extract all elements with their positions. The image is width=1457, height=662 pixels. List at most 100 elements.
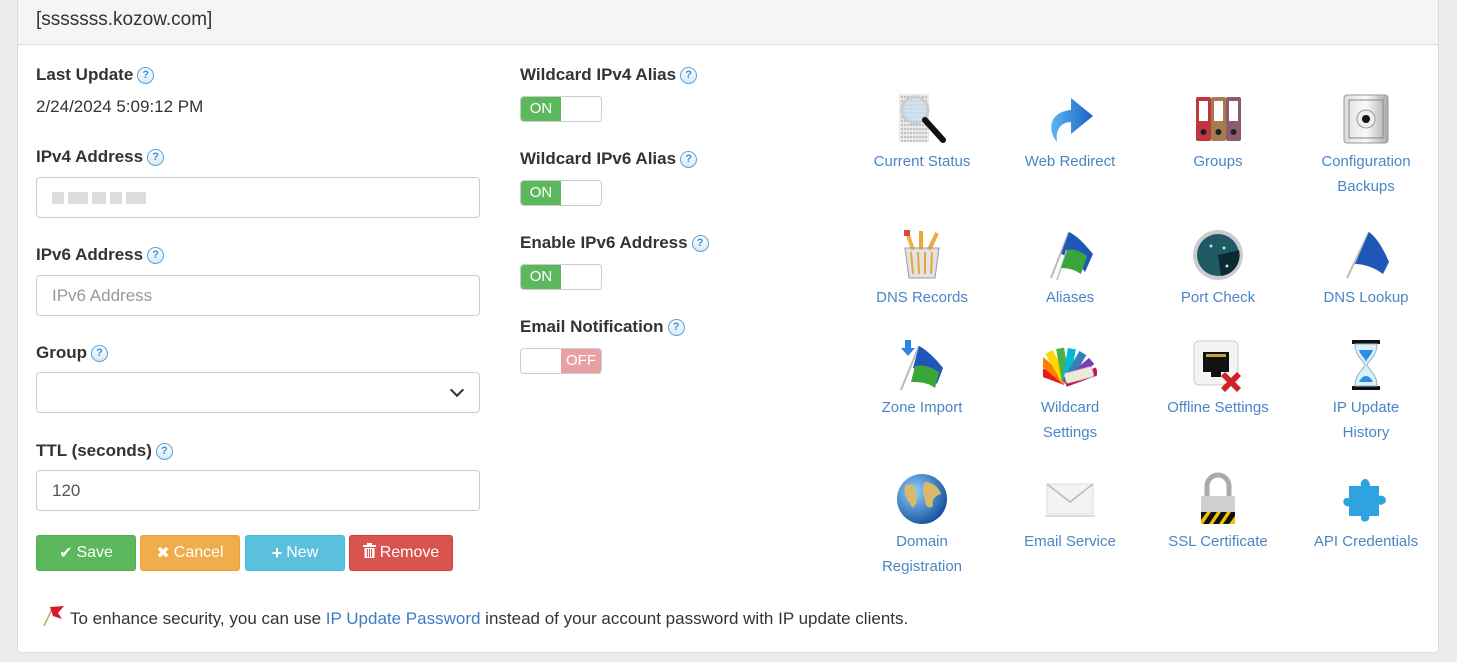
save-button[interactable]: ✔ Save	[36, 535, 136, 571]
tool-tile-current-status[interactable]: Current Status	[848, 91, 996, 174]
cancel-button[interactable]: ✖ Cancel	[140, 535, 240, 571]
email-notification-toggle[interactable]: OFF	[520, 348, 602, 374]
note-text-after: instead of your account password with IP…	[480, 609, 909, 628]
tool-tile-api-credentials[interactable]: API Credentials	[1292, 471, 1440, 554]
globe-icon[interactable]	[894, 471, 950, 527]
tile-label[interactable]: Domain	[848, 529, 996, 554]
tool-tile-web-redirect[interactable]: Web Redirect	[996, 91, 1144, 174]
radar-icon[interactable]	[1190, 227, 1246, 283]
ip-update-password-link[interactable]: IP Update Password	[326, 609, 481, 628]
toggle-label-text: Email Notification	[520, 317, 664, 336]
ipv4-input[interactable]	[36, 177, 480, 218]
help-icon[interactable]: ?	[680, 67, 698, 84]
tile-label[interactable]: Web Redirect	[996, 149, 1144, 174]
help-icon[interactable]: ?	[667, 319, 685, 336]
tile-label[interactable]: SSL Certificate	[1144, 529, 1292, 554]
tile-label[interactable]: Offline Settings	[1144, 395, 1292, 420]
help-icon[interactable]: ?	[147, 247, 165, 264]
tile-label-line2[interactable]: Backups	[1292, 174, 1440, 199]
help-icon[interactable]: ?	[680, 151, 698, 168]
redirect-arrow-icon[interactable]	[1042, 91, 1098, 147]
help-icon[interactable]: ?	[147, 149, 165, 166]
tool-tile-wildcard-settings[interactable]: Wildcard Settings	[996, 337, 1144, 445]
blue-flag-icon[interactable]	[1338, 227, 1394, 283]
tile-label[interactable]: API Credentials	[1292, 529, 1440, 554]
plus-icon: +	[271, 542, 283, 563]
padlock-icon[interactable]	[1190, 471, 1246, 527]
magnifier-icon[interactable]	[894, 91, 950, 147]
tool-tile-dns-records[interactable]: DNS Records	[848, 227, 996, 310]
tile-label-line2[interactable]: Registration	[848, 554, 996, 579]
tile-label[interactable]: Groups	[1144, 149, 1292, 174]
color-fan-icon[interactable]	[1042, 337, 1098, 393]
new-button[interactable]: + New	[245, 535, 345, 571]
group-select[interactable]	[36, 372, 480, 413]
wildcard-ipv6-label: Wildcard IPv6 Alias?	[520, 149, 698, 169]
tile-label[interactable]: Port Check	[1144, 285, 1292, 310]
network-port-x-icon[interactable]	[1190, 337, 1246, 393]
ipv6-placeholder: IPv6 Address	[52, 285, 153, 305]
tile-label[interactable]: Current Status	[848, 149, 996, 174]
tool-tile-offline-settings[interactable]: Offline Settings	[1144, 337, 1292, 420]
binders-icon[interactable]	[1190, 91, 1246, 147]
tool-tile-aliases[interactable]: Aliases	[996, 227, 1144, 310]
toggle-label-text: Wildcard IPv4 Alias	[520, 65, 677, 84]
toggle-off-state: OFF	[561, 349, 601, 373]
tile-label[interactable]: Zone Import	[848, 395, 996, 420]
tool-tile-groups[interactable]: Groups	[1144, 91, 1292, 174]
tile-label[interactable]: DNS Records	[848, 285, 996, 310]
tile-label-line2[interactable]: History	[1292, 420, 1440, 445]
last-update-value: 2/24/2024 5:09:12 PM	[36, 97, 204, 116]
help-icon[interactable]: ?	[137, 67, 155, 84]
domain-panel: [sssssss.kozow.com] Last Update? 2/24/20…	[17, 0, 1439, 653]
tile-label[interactable]: DNS Lookup	[1292, 285, 1440, 310]
blurred-ip-value	[52, 191, 146, 204]
chevron-down-icon	[449, 382, 465, 398]
tile-label[interactable]: IP Update	[1292, 395, 1440, 420]
tool-tile-zone-import[interactable]: Zone Import	[848, 337, 996, 420]
enable-ipv6-toggle[interactable]: ON	[520, 264, 602, 290]
ipv4-label-text: IPv4 Address	[36, 147, 144, 166]
tile-label[interactable]: Email Service	[996, 529, 1144, 554]
tile-label[interactable]: Wildcard	[996, 395, 1144, 420]
security-note: To enhance security, you can use IP Upda…	[40, 603, 908, 632]
new-label: New	[286, 544, 319, 561]
hourglass-icon[interactable]	[1338, 337, 1394, 393]
ipv6-label-text: IPv6 Address	[36, 245, 144, 264]
flag-import-icon[interactable]	[894, 337, 950, 393]
enable-ipv6-label: Enable IPv6 Address?	[520, 233, 709, 253]
ttl-label-text: TTL (seconds)	[36, 441, 152, 460]
tool-tile-email-service[interactable]: Email Service	[996, 471, 1144, 554]
tile-label-line2[interactable]: Settings	[996, 420, 1144, 445]
wildcard-ipv4-label: Wildcard IPv4 Alias?	[520, 65, 698, 85]
tile-label[interactable]: Configuration	[1292, 149, 1440, 174]
remove-button[interactable]: Remove	[349, 535, 453, 571]
tool-tile-port-check[interactable]: Port Check	[1144, 227, 1292, 310]
save-label: Save	[76, 544, 113, 561]
tool-tile-configuration-backups[interactable]: Configuration Backups	[1292, 91, 1440, 199]
pencil-cup-icon[interactable]	[894, 227, 950, 283]
wildcard-ipv6-toggle[interactable]: ON	[520, 180, 602, 206]
ipv6-input[interactable]: IPv6 Address	[36, 275, 480, 316]
wildcard-ipv4-toggle[interactable]: ON	[520, 96, 602, 122]
envelope-icon[interactable]	[1042, 471, 1098, 527]
last-update-label-text: Last Update	[36, 65, 134, 84]
toggle-label-text: Wildcard IPv6 Alias	[520, 149, 677, 168]
check-icon: ✔	[59, 545, 73, 562]
cancel-label: Cancel	[173, 544, 224, 561]
puzzle-icon[interactable]	[1338, 471, 1394, 527]
tile-label[interactable]: Aliases	[996, 285, 1144, 310]
tool-tile-dns-lookup[interactable]: DNS Lookup	[1292, 227, 1440, 310]
tool-tile-domain-registration[interactable]: Domain Registration	[848, 471, 996, 579]
ttl-input[interactable]: 120	[36, 470, 480, 511]
toggle-on-state: ON	[521, 265, 561, 289]
last-update-label: Last Update?	[36, 65, 155, 85]
two-flags-icon[interactable]	[1042, 227, 1098, 283]
tool-tile-ip-update-history[interactable]: IP Update History	[1292, 337, 1440, 445]
tool-tile-ssl-certificate[interactable]: SSL Certificate	[1144, 471, 1292, 554]
help-icon[interactable]: ?	[155, 443, 173, 460]
help-icon[interactable]: ?	[91, 345, 108, 362]
remove-label: Remove	[379, 544, 440, 561]
safe-icon[interactable]	[1338, 91, 1394, 147]
help-icon[interactable]: ?	[691, 235, 709, 252]
